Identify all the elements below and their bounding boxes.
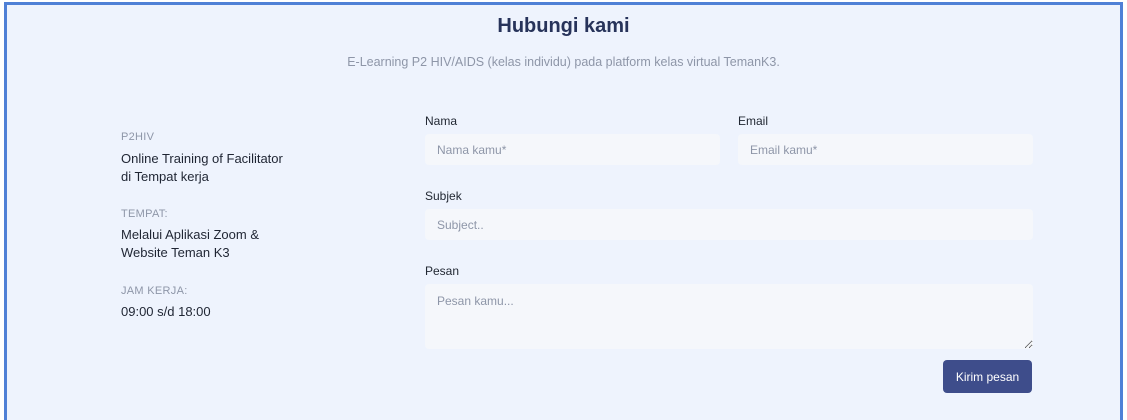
- place-line-2: Website Teman K3: [121, 245, 230, 260]
- name-input[interactable]: [425, 134, 720, 165]
- message-textarea[interactable]: [425, 284, 1033, 349]
- org-label: P2HIV: [121, 131, 155, 143]
- page-title: Hubungi kami: [497, 15, 630, 37]
- place-line-1: Melalui Aplikasi Zoom &: [121, 227, 259, 242]
- email-input[interactable]: [738, 134, 1033, 165]
- hours-value: 09:00 s/d 18:00: [121, 304, 211, 319]
- email-label: Email: [738, 114, 769, 128]
- page-subtitle: E-Learning P2 HIV/AIDS (kelas individu) …: [347, 55, 780, 69]
- message-label: Pesan: [425, 264, 460, 278]
- subject-label: Subjek: [425, 189, 462, 203]
- send-message-button[interactable]: Kirim pesan: [943, 360, 1032, 393]
- subject-input[interactable]: [425, 209, 1033, 240]
- place-label: TEMPAT:: [121, 208, 168, 220]
- hours-label: JAM KERJA:: [121, 285, 188, 297]
- org-line-1: Online Training of Facilitator: [121, 151, 283, 166]
- org-line-2: di Tempat kerja: [121, 169, 209, 184]
- name-label: Nama: [425, 114, 458, 128]
- contact-section: Hubungi kami E-Learning P2 HIV/AIDS (kel…: [4, 2, 1123, 420]
